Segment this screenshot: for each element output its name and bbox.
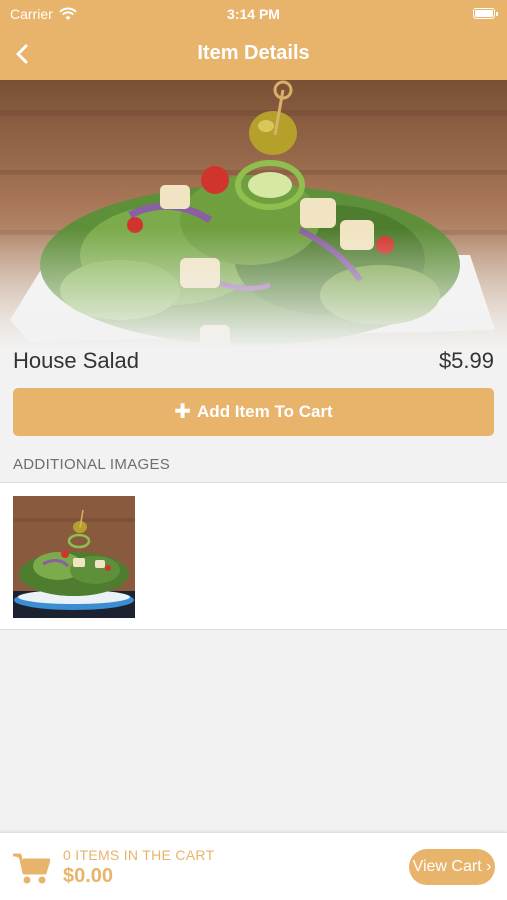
cart-total: $0.00 <box>63 865 114 887</box>
additional-images-header: ADDITIONAL IMAGES <box>13 456 171 473</box>
item-price: $5.99 <box>438 348 494 373</box>
additional-images-panel <box>0 482 507 630</box>
add-to-cart-label: Add Item To Cart <box>197 402 333 421</box>
page-title: Item Details <box>197 42 310 64</box>
cart-bar: 0 ITEMS IN THE CART $0.00 View Cart › <box>0 832 507 900</box>
add-to-cart-button[interactable]: ✚ Add Item To Cart <box>13 388 494 436</box>
plus-icon: ✚ <box>174 401 192 423</box>
view-cart-button[interactable]: View Cart › <box>409 849 495 885</box>
status-bar: Carrier 3:14 PM <box>0 0 507 28</box>
cart-icon[interactable] <box>12 851 50 885</box>
item-name: House Salad <box>13 348 139 373</box>
additional-image-thumbnail[interactable] <box>13 496 135 618</box>
header: Carrier 3:14 PM Item Details <box>0 0 507 80</box>
battery-icon <box>473 8 498 19</box>
item-hero-image <box>0 80 507 350</box>
cart-item-count: 0 ITEMS IN THE CART <box>63 847 215 863</box>
status-time: 3:14 PM <box>227 6 280 22</box>
nav-bar: Item Details <box>0 28 507 80</box>
